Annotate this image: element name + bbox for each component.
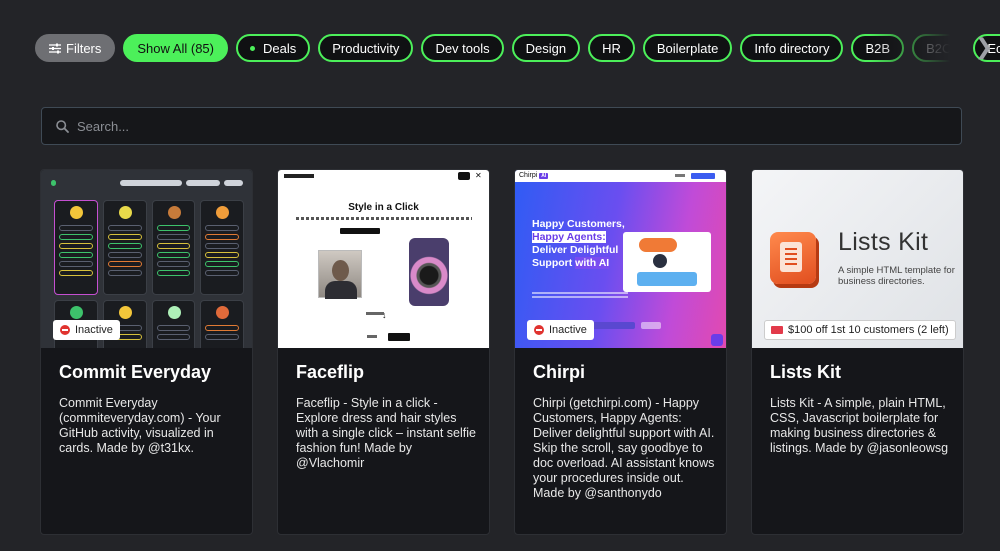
thumb-cta-secondary bbox=[641, 322, 661, 329]
thumb-subtext bbox=[296, 217, 472, 220]
no-entry-icon bbox=[534, 325, 544, 335]
thumb-brand bbox=[284, 174, 314, 178]
search-icon bbox=[56, 119, 69, 133]
list-document-icon bbox=[770, 232, 816, 284]
thumb-hero-text: Happy Customers, Happy Agents: Deliver D… bbox=[532, 218, 625, 269]
thumb-nav-button bbox=[458, 172, 470, 180]
thumb-subtitle: A simple HTML template for business dire… bbox=[838, 265, 955, 287]
chip-hr[interactable]: HR bbox=[588, 34, 635, 62]
chip-dev-tools[interactable]: Dev tools bbox=[421, 34, 504, 62]
category-filter-bar: Filters Show All (85) Deals Productivity… bbox=[35, 33, 1000, 63]
card-thumbnail[interactable]: Lists Kit A simple HTML template for bus… bbox=[752, 170, 963, 348]
chip-design[interactable]: Design bbox=[511, 34, 581, 62]
search-box bbox=[41, 107, 962, 145]
thumb-topbar bbox=[51, 178, 243, 188]
inactive-badge: Inactive bbox=[53, 320, 120, 340]
card-description: Commit Everyday (commiteveryday.com) - Y… bbox=[59, 396, 221, 455]
card-thumbnail[interactable]: Chirpi AI Happy Customers, Happy Agents: … bbox=[515, 170, 726, 348]
chat-bubble-icon bbox=[711, 334, 723, 346]
chip-productivity[interactable]: Productivity bbox=[318, 34, 414, 62]
card-title[interactable]: Faceflip bbox=[296, 362, 364, 383]
selfie-photo bbox=[318, 250, 362, 299]
product-card-lists-kit[interactable]: Lists Kit A simple HTML template for bus… bbox=[751, 169, 964, 535]
thumb-nav-button bbox=[691, 173, 715, 179]
card-description: Faceflip - Style in a click - Explore dr… bbox=[296, 396, 476, 470]
thumb-link bbox=[367, 335, 377, 338]
product-card-chirpi[interactable]: Chirpi AI Happy Customers, Happy Agents: … bbox=[514, 169, 727, 535]
product-card-faceflip[interactable]: ✕ Style in a Click ↓ Faceflip Faceflip -… bbox=[277, 169, 490, 535]
card-thumbnail[interactable]: ✕ Style in a Click ↓ bbox=[278, 170, 489, 348]
thumb-x-icon: ✕ bbox=[475, 171, 482, 180]
chip-boilerplate[interactable]: Boilerplate bbox=[642, 34, 733, 62]
support-illustration bbox=[623, 232, 711, 292]
live-dot-icon bbox=[249, 45, 255, 51]
thumb-logo: Chirpi AI bbox=[519, 172, 549, 179]
thumb-cta bbox=[340, 228, 380, 234]
filters-label: Filters bbox=[66, 40, 102, 56]
search-input[interactable] bbox=[77, 118, 937, 134]
thumb-title: Lists Kit bbox=[838, 228, 929, 256]
card-title[interactable]: Commit Everyday bbox=[59, 362, 211, 383]
thumb-button bbox=[388, 333, 410, 341]
chip-info-directory[interactable]: Info directory bbox=[740, 34, 844, 62]
chip-b2c[interactable]: B2C bbox=[912, 34, 966, 62]
chip-b2b[interactable]: B2B bbox=[851, 34, 905, 62]
no-entry-icon bbox=[60, 325, 70, 335]
product-card-commit-everyday[interactable]: Inactive Commit Everyday Commit Everyday… bbox=[40, 169, 253, 535]
styled-photo bbox=[409, 238, 449, 306]
ticket-icon bbox=[771, 326, 783, 334]
deal-badge: $100 off 1st 10 customers (2 left) bbox=[764, 320, 956, 340]
chip-show-all[interactable]: Show All (85) bbox=[123, 34, 228, 62]
deal-label: $100 off 1st 10 customers (2 left) bbox=[788, 324, 949, 336]
card-thumbnail[interactable]: Inactive bbox=[41, 170, 252, 348]
card-description: Lists Kit - A simple, plain HTML, CSS, J… bbox=[770, 396, 949, 455]
badge-label: Inactive bbox=[75, 324, 113, 336]
thumb-nav-link bbox=[675, 174, 685, 177]
chip-deals[interactable]: Deals bbox=[235, 34, 311, 62]
card-description: Chirpi (getchirpi.com) - Happy Customers… bbox=[533, 396, 715, 500]
filters-button[interactable]: Filters bbox=[35, 34, 116, 62]
thumb-headline: Style in a Click bbox=[348, 202, 419, 213]
thumb-subtext bbox=[532, 292, 628, 300]
chip-deals-label: Deals bbox=[262, 40, 297, 56]
sliders-icon bbox=[49, 43, 61, 53]
card-title[interactable]: Chirpi bbox=[533, 362, 585, 383]
arrow-down-icon: ↓ bbox=[382, 310, 387, 320]
badge-label: Inactive bbox=[549, 324, 587, 336]
chevron-right-icon[interactable]: ❯ bbox=[972, 34, 996, 60]
inactive-badge: Inactive bbox=[527, 320, 594, 340]
card-title[interactable]: Lists Kit bbox=[770, 362, 841, 383]
